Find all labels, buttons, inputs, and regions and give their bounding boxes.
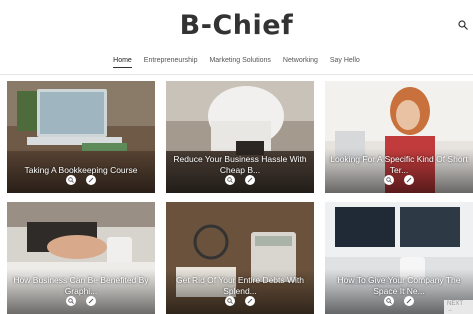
main-nav: Home Entrepreneurship Marketing Solution…	[0, 57, 473, 68]
card-actions	[166, 172, 314, 190]
post-card[interactable]: How To Give Your Company The Space It Ne…	[325, 202, 473, 314]
post-card[interactable]: Taking A Bookkeeping Course	[7, 81, 155, 193]
card-actions	[166, 293, 314, 311]
site-header: B-Chief Home Entrepreneurship Marketing …	[0, 0, 473, 78]
nav-item-entrepreneurship[interactable]: Entrepreneurship	[144, 57, 198, 64]
nav-item-home[interactable]: Home	[113, 57, 132, 68]
zoom-icon[interactable]	[383, 296, 394, 306]
link-icon[interactable]	[404, 296, 415, 306]
post-grid: Taking A Bookkeeping Course Reduce Your …	[0, 78, 473, 314]
zoom-icon[interactable]	[65, 296, 76, 306]
zoom-icon[interactable]	[383, 175, 394, 185]
next-page-button[interactable]: NEXT →	[444, 300, 473, 314]
search-icon[interactable]	[458, 20, 468, 30]
link-icon[interactable]	[404, 175, 415, 185]
nav-item-networking[interactable]: Networking	[283, 57, 318, 64]
nav-item-marketing-solutions[interactable]: Marketing Solutions	[209, 57, 270, 64]
zoom-icon[interactable]	[65, 175, 76, 185]
link-icon[interactable]	[86, 296, 97, 306]
post-card[interactable]: Looking For A Specific Kind Of Short Ter…	[325, 81, 473, 193]
site-logo[interactable]: B-Chief	[0, 10, 473, 41]
zoom-icon[interactable]	[224, 175, 235, 185]
card-actions	[7, 293, 155, 311]
post-card[interactable]: Get Rid Of Your Entire Debts With Splend…	[166, 202, 314, 314]
post-card[interactable]: How Business Can Be Benefited By Graphi.…	[7, 202, 155, 314]
zoom-icon[interactable]	[224, 296, 235, 306]
nav-item-say-hello[interactable]: Say Hello	[330, 57, 360, 64]
card-actions	[7, 172, 155, 190]
link-icon[interactable]	[86, 175, 97, 185]
link-icon[interactable]	[245, 175, 256, 185]
card-actions	[325, 172, 473, 190]
post-card[interactable]: Reduce Your Business Hassle With Cheap B…	[166, 81, 314, 193]
link-icon[interactable]	[245, 296, 256, 306]
header-divider	[0, 74, 473, 75]
